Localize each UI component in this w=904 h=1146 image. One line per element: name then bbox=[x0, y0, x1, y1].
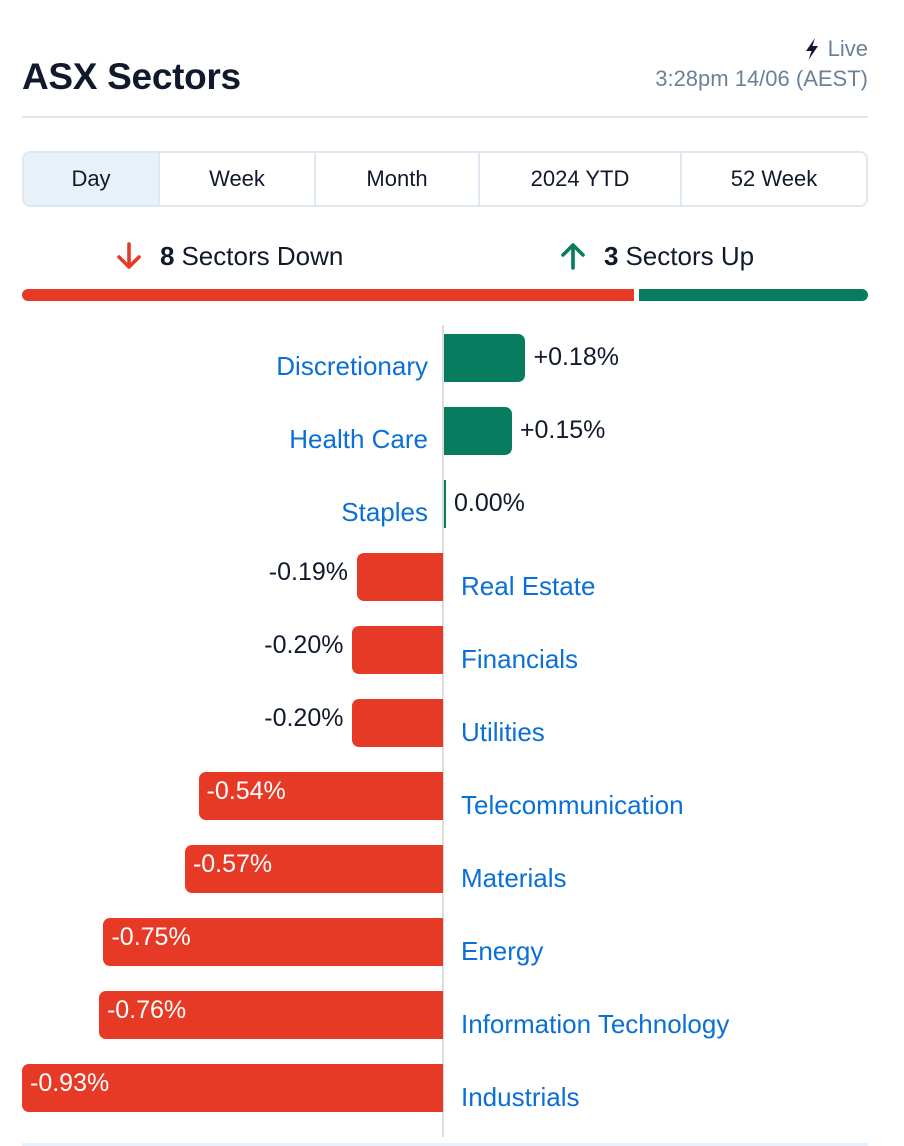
bar-value-label: -0.54% bbox=[206, 777, 286, 805]
sector-row: -0.54% Telecommunication bbox=[0, 763, 904, 836]
sector-row: -0.19% Real Estate bbox=[0, 544, 904, 617]
sector-row: -0.57% Materials bbox=[0, 836, 904, 909]
bar-negative bbox=[352, 699, 443, 747]
sector-bar-chart: +0.18% Discretionary +0.15% Health Care 0.00… bbox=[0, 325, 904, 1140]
arrow-down-icon bbox=[117, 242, 141, 269]
sector-label[interactable]: Telecommunication bbox=[461, 790, 684, 821]
sectors-up-summary: 3 Sectors Up bbox=[560, 236, 754, 276]
sector-label[interactable]: Industrials bbox=[461, 1082, 580, 1113]
bar-value-label: +0.15% bbox=[519, 416, 606, 444]
sector-row: -0.75% Energy bbox=[0, 909, 904, 982]
sector-label[interactable]: Health Care bbox=[289, 424, 428, 455]
sector-row: -0.76% Information Technology bbox=[0, 982, 904, 1055]
tab-month[interactable]: Month bbox=[316, 153, 480, 205]
live-status: Live 3:28pm 14/06 (AEST) bbox=[655, 36, 868, 92]
sector-label[interactable]: Utilities bbox=[461, 717, 545, 748]
ratio-down-segment bbox=[22, 289, 634, 301]
timestamp: 3:28pm 14/06 (AEST) bbox=[655, 66, 868, 91]
sector-label[interactable]: Information Technology bbox=[461, 1009, 729, 1040]
sectors-up-label: Sectors Up bbox=[625, 240, 755, 271]
tab-day[interactable]: Day bbox=[24, 153, 160, 205]
bar-negative bbox=[352, 626, 443, 674]
bar-zero bbox=[444, 480, 446, 528]
sector-label[interactable]: Energy bbox=[461, 936, 543, 967]
bar-value-label: -0.19% bbox=[268, 558, 348, 586]
sector-label[interactable]: Materials bbox=[461, 863, 566, 894]
bar-value-label: -0.76% bbox=[106, 996, 187, 1024]
live-label: Live bbox=[827, 36, 868, 61]
header: ASX Sectors Live 3:28pm 14/06 (AEST) bbox=[22, 30, 868, 118]
sectors-up-count: 3 bbox=[604, 240, 619, 271]
ratio-up-segment bbox=[639, 289, 868, 301]
arrow-up-icon bbox=[561, 243, 585, 270]
sector-row: -0.20% Financials bbox=[0, 617, 904, 690]
bar-positive bbox=[444, 334, 526, 382]
tab-week[interactable]: Week bbox=[160, 153, 316, 205]
bar-value-label: 0.00% bbox=[454, 489, 525, 517]
bar-value-label: -0.57% bbox=[192, 850, 273, 878]
period-tabs: Day Week Month 2024 YTD 52 Week bbox=[22, 151, 868, 207]
bar-value-label: +0.18% bbox=[533, 343, 619, 371]
sector-label[interactable]: Discretionary bbox=[276, 351, 428, 382]
bar-value-label: -0.75% bbox=[111, 923, 191, 951]
sector-row: +0.15% Health Care bbox=[0, 398, 904, 471]
sector-row: -0.93% Industrials bbox=[0, 1055, 904, 1128]
sector-row: -0.20% Utilities bbox=[0, 690, 904, 763]
page-title: ASX Sectors bbox=[22, 56, 241, 97]
sectors-down-label: Sectors Down bbox=[181, 240, 344, 271]
sector-label[interactable]: Financials bbox=[461, 644, 578, 675]
tab-52-week[interactable]: 52 Week bbox=[682, 153, 866, 205]
sector-label[interactable]: Staples bbox=[341, 497, 428, 528]
bar-value-label: -0.93% bbox=[30, 1069, 110, 1097]
sector-row: +0.18% Discretionary bbox=[0, 325, 904, 398]
sectors-down-count: 8 bbox=[160, 240, 175, 271]
sector-row: 0.00% Staples bbox=[0, 471, 904, 544]
breadth-ratio-bar bbox=[22, 289, 868, 301]
lightning-bolt-icon bbox=[805, 38, 818, 60]
bar-positive bbox=[444, 407, 512, 455]
tab-2024-ytd[interactable]: 2024 YTD bbox=[480, 153, 682, 205]
bar-negative bbox=[356, 553, 443, 601]
sector-label[interactable]: Real Estate bbox=[461, 571, 595, 602]
sectors-down-summary: 8 Sectors Down bbox=[116, 236, 343, 276]
bar-value-label: -0.20% bbox=[264, 704, 344, 732]
bar-value-label: -0.20% bbox=[264, 631, 344, 659]
